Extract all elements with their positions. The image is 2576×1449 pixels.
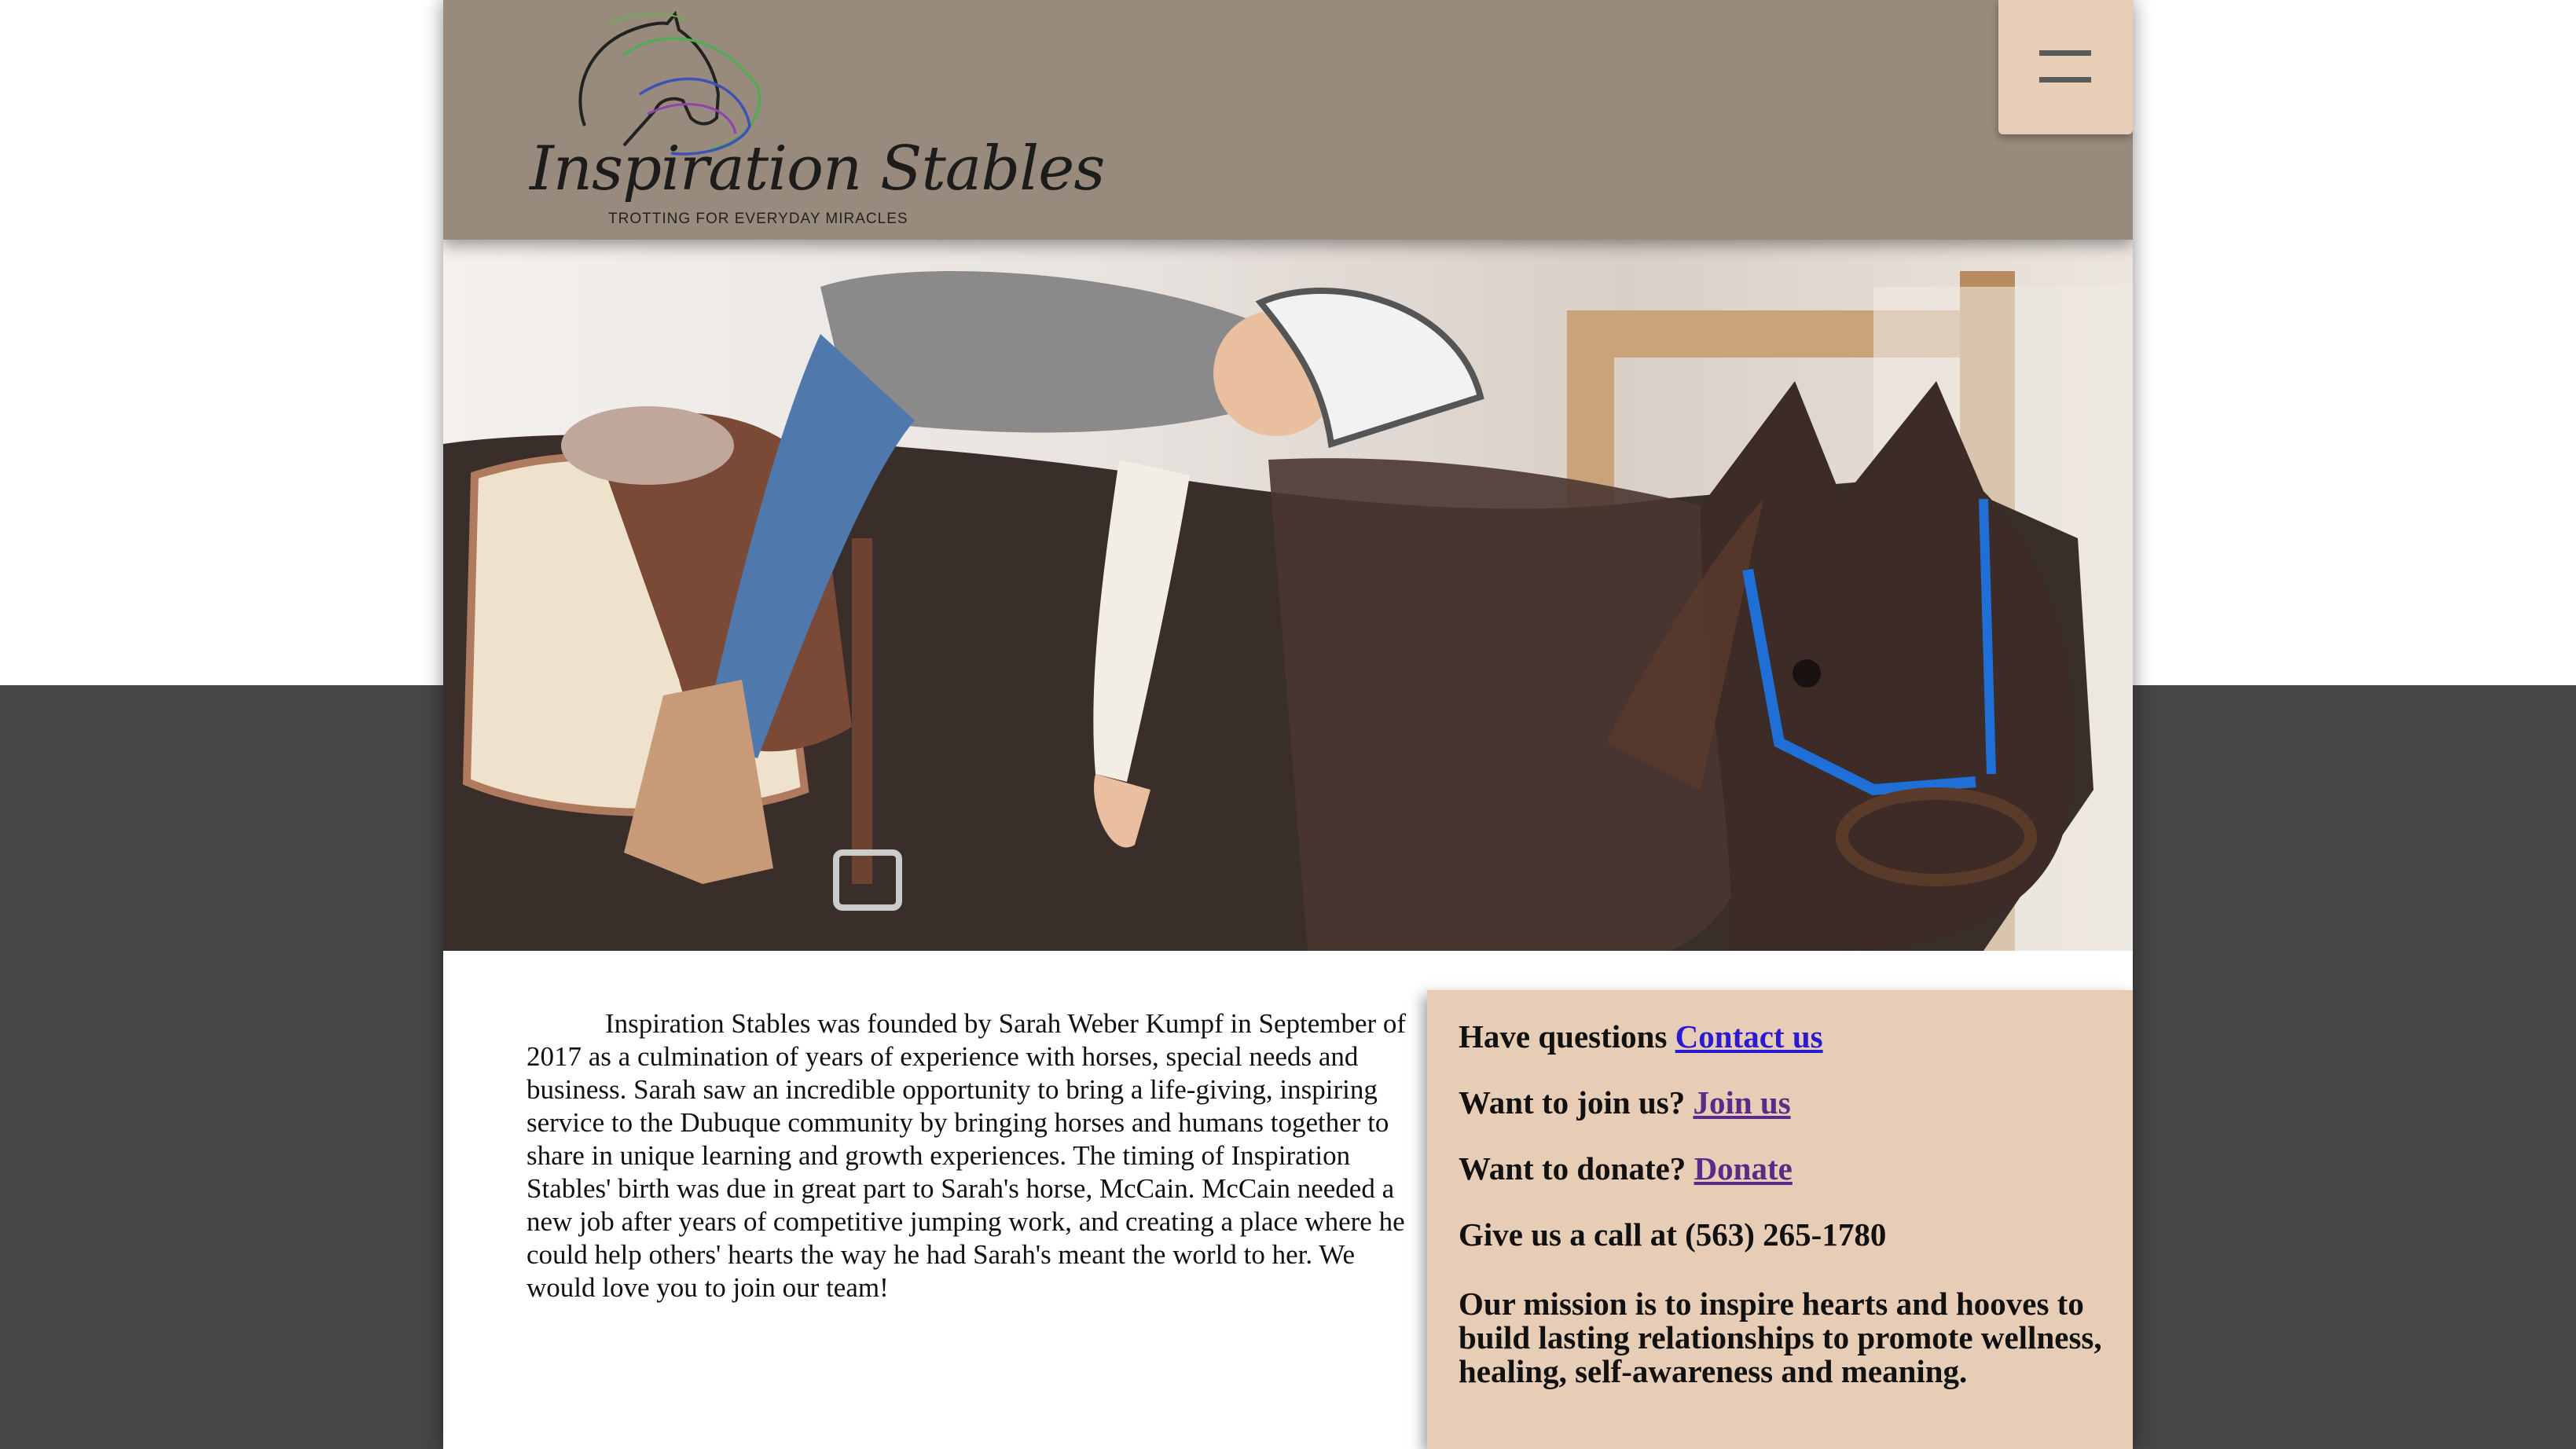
contact-label: Have questions <box>1459 1018 1668 1055</box>
mission-statement: Our mission is to inspire hearts and hoo… <box>1459 1286 2102 1389</box>
donate-line: Want to donate? Donate <box>1459 1152 1793 1186</box>
info-sidebar: Have questions Contact us Want to join u… <box>1427 990 2133 1449</box>
page-container: Inspiration Stables TROTTING FOR EVERYDA… <box>443 0 2133 1449</box>
donate-label: Want to donate? <box>1459 1150 1686 1187</box>
join-us-link[interactable]: Join us <box>1693 1084 1790 1121</box>
join-line: Want to join us? Join us <box>1459 1086 1791 1120</box>
logo-name: Inspiration Stables <box>530 134 1105 204</box>
join-label: Want to join us? <box>1459 1084 1686 1121</box>
about-story-text: Inspiration Stables was founded by Sarah… <box>527 1008 1407 1303</box>
hero-image <box>443 240 2133 951</box>
site-logo[interactable]: Inspiration Stables TROTTING FOR EVERYDA… <box>530 8 1105 232</box>
contact-us-link[interactable]: Contact us <box>1675 1018 1823 1055</box>
logo-tagline: TROTTING FOR EVERYDAY MIRACLES <box>608 211 908 227</box>
contact-line: Have questions Contact us <box>1459 1020 1823 1054</box>
hero-photo <box>443 271 2133 951</box>
donate-link[interactable]: Donate <box>1694 1150 1793 1187</box>
menu-button[interactable] <box>1998 0 2133 134</box>
phone-line: Give us a call at (563) 265-1780 <box>1459 1216 1887 1253</box>
site-header: Inspiration Stables TROTTING FOR EVERYDA… <box>443 0 2133 240</box>
